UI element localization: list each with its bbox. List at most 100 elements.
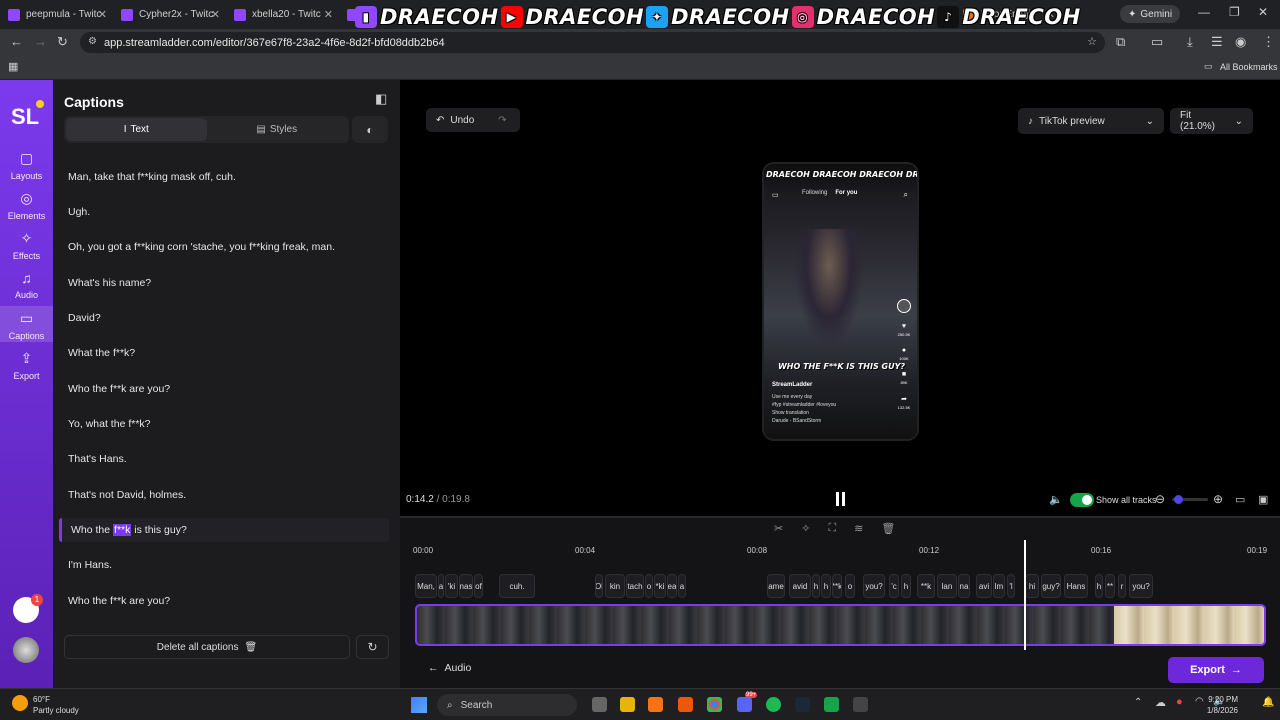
app-icon[interactable] <box>648 697 663 712</box>
caption-clip[interactable]: ame <box>767 574 785 598</box>
gemini-button[interactable]: ✦ Gemini <box>1120 5 1181 23</box>
caption-line[interactable]: That's not David, holmes. <box>59 483 389 507</box>
effects-icon[interactable]: ✧ <box>801 522 810 535</box>
profile-icon[interactable]: ◉ <box>1235 34 1246 50</box>
layout-track-icon[interactable]: ▣ <box>1258 493 1268 506</box>
steam-icon[interactable] <box>795 697 810 712</box>
zoom-fit-select[interactable]: Fit (21.0%) ⌄ <box>1170 108 1253 134</box>
zoom-slider[interactable] <box>1172 495 1208 504</box>
sidebar-item-layouts[interactable]: ▢ Layouts <box>0 150 53 181</box>
caption-clip[interactable]: you? <box>863 574 885 598</box>
browser-tab[interactable]: xbella20 - Twitc ✕ <box>226 0 339 29</box>
wifi-icon[interactable]: ◠ <box>1195 696 1204 707</box>
cast-icon[interactable]: ▭ <box>1151 34 1163 50</box>
caption-clip[interactable]: lm <box>993 574 1005 598</box>
caption-clip[interactable]: na <box>958 574 970 598</box>
export-button[interactable]: Export → <box>1168 657 1264 683</box>
caption-clip[interactable]: Hans <box>1064 574 1088 598</box>
caption-clip[interactable]: 'l <box>1007 574 1015 598</box>
task-view-icon[interactable] <box>592 697 607 712</box>
caption-clip[interactable]: ** <box>1105 574 1115 598</box>
trash-icon[interactable]: 🗑 <box>881 522 895 535</box>
caption-clip[interactable]: o <box>845 574 855 598</box>
caption-clip[interactable]: **k <box>917 574 935 598</box>
caption-line[interactable]: That's Hans. <box>59 447 389 471</box>
caption-clip[interactable]: Ol <box>595 574 603 598</box>
cloud-icon[interactable]: ☁ <box>1155 696 1166 709</box>
caption-line[interactable]: Who the f**k are you? <box>59 377 389 401</box>
redo-icon[interactable]: ↷ <box>498 115 506 126</box>
undo-button[interactable]: ↶ Undo ↷ <box>426 108 520 132</box>
sidebar-item-export[interactable]: ⇪ Export <box>0 350 53 381</box>
zoom-out-icon[interactable]: ⊖ <box>1155 492 1165 506</box>
palette-button[interactable]: ◐ <box>352 116 388 143</box>
browser-tab[interactable]: peepmula - Twitc ✕ <box>0 0 113 29</box>
reload-icon[interactable]: ↻ <box>57 34 68 50</box>
caption-clip[interactable]: ea <box>667 574 677 598</box>
caption-clip[interactable]: a <box>678 574 686 598</box>
caption-line[interactable]: David? <box>59 306 389 330</box>
menu-icon[interactable]: ⋮ <box>1262 34 1275 50</box>
zoom-slider-thumb[interactable] <box>1174 495 1183 504</box>
bookmark-star-icon[interactable]: ☆ <box>1087 35 1097 48</box>
browser-tab[interactable]: Cypher2x - Twitc ✕ <box>113 0 226 29</box>
volume-icon[interactable]: 🔈 <box>1049 493 1063 506</box>
reset-button[interactable]: ↻ <box>356 635 389 659</box>
close-window-icon[interactable]: ✕ <box>1258 5 1268 19</box>
close-tab-icon[interactable]: ✕ <box>98 8 107 21</box>
mic-icon[interactable]: ● <box>1176 696 1183 708</box>
sidebar-item-captions[interactable]: ▭ Captions <box>0 306 53 342</box>
caption-clip[interactable]: h <box>1095 574 1103 598</box>
caption-clip[interactable]: h <box>812 574 820 598</box>
discord-icon[interactable] <box>737 697 752 712</box>
zoom-in-icon[interactable]: ⊕ <box>1213 492 1223 506</box>
sidebar-item-audio[interactable]: ♫ Audio <box>0 270 53 300</box>
file-explorer-icon[interactable] <box>620 697 635 712</box>
caption-clip[interactable]: 'ki <box>445 574 458 598</box>
caption-line[interactable]: Oh, you got a f**king corn 'stache, you … <box>59 235 389 259</box>
caption-line[interactable]: Ugh. <box>59 200 389 224</box>
streamladder-logo[interactable]: SL <box>11 104 39 130</box>
avatar[interactable] <box>13 637 39 663</box>
app-icon[interactable] <box>824 697 839 712</box>
caption-line[interactable]: What the f**k? <box>59 341 389 365</box>
caption-line[interactable]: Yo, what the f**k? <box>59 412 389 436</box>
caption-line[interactable]: What's his name? <box>59 271 389 295</box>
caption-clip[interactable]: nas <box>459 574 473 598</box>
app-icon[interactable] <box>678 697 693 712</box>
tray-chevron-icon[interactable]: ⌃ <box>1134 697 1142 708</box>
caption-line[interactable]: I'm Hans. <box>59 553 389 577</box>
site-info-icon[interactable]: ⚙ <box>88 36 97 47</box>
caption-clip[interactable]: r <box>1118 574 1126 598</box>
audio-wave-icon[interactable]: ≋ <box>854 522 863 535</box>
tab-styles[interactable]: ▤ Styles <box>207 118 348 141</box>
close-tab-icon[interactable]: ✕ <box>324 8 333 21</box>
sidebar-item-effects[interactable]: ✧ Effects <box>0 230 53 261</box>
caption-clip[interactable]: tach <box>626 574 644 598</box>
sidebar-item-elements[interactable]: ◎ Elements <box>0 190 53 221</box>
caption-clip[interactable]: **k <box>832 574 842 598</box>
caption-line[interactable]: Who the f**k are you? <box>59 589 389 613</box>
delete-all-captions-button[interactable]: Delete all captions 🗑 <box>64 635 350 659</box>
fullscreen-icon[interactable]: ⛶ <box>828 522 836 535</box>
caption-clip[interactable]: you? <box>1129 574 1153 598</box>
caption-clip[interactable]: h <box>901 574 911 598</box>
all-bookmarks-link[interactable]: All Bookmarks <box>1220 62 1278 72</box>
notifications-icon[interactable]: 🔔 <box>1262 697 1274 708</box>
spotify-icon[interactable] <box>766 697 781 712</box>
windows-start-icon[interactable] <box>411 697 427 713</box>
tab-text[interactable]: I Text <box>66 118 207 141</box>
preview-mode-select[interactable]: ♪ TikTok preview ⌄ <box>1018 108 1164 134</box>
reading-list-icon[interactable]: ☰ <box>1211 34 1223 50</box>
show-all-tracks-toggle[interactable] <box>1070 493 1094 507</box>
captions-track-icon[interactable]: ▭ <box>1235 493 1245 506</box>
caption-line-active[interactable]: Who the f**k is this guy? <box>59 518 389 542</box>
address-bar[interactable]: ⚙ app.streamladder.com/editor/367e67f8-2… <box>80 32 1105 53</box>
caption-clip[interactable]: o <box>645 574 653 598</box>
caption-clip[interactable]: a <box>438 574 444 598</box>
caption-clip[interactable]: lan <box>937 574 957 598</box>
caption-clip[interactable]: hi <box>1025 574 1039 598</box>
caption-clip[interactable]: Man, <box>415 574 437 598</box>
playhead[interactable] <box>1024 540 1026 650</box>
video-clip-segment[interactable] <box>1114 606 1264 644</box>
